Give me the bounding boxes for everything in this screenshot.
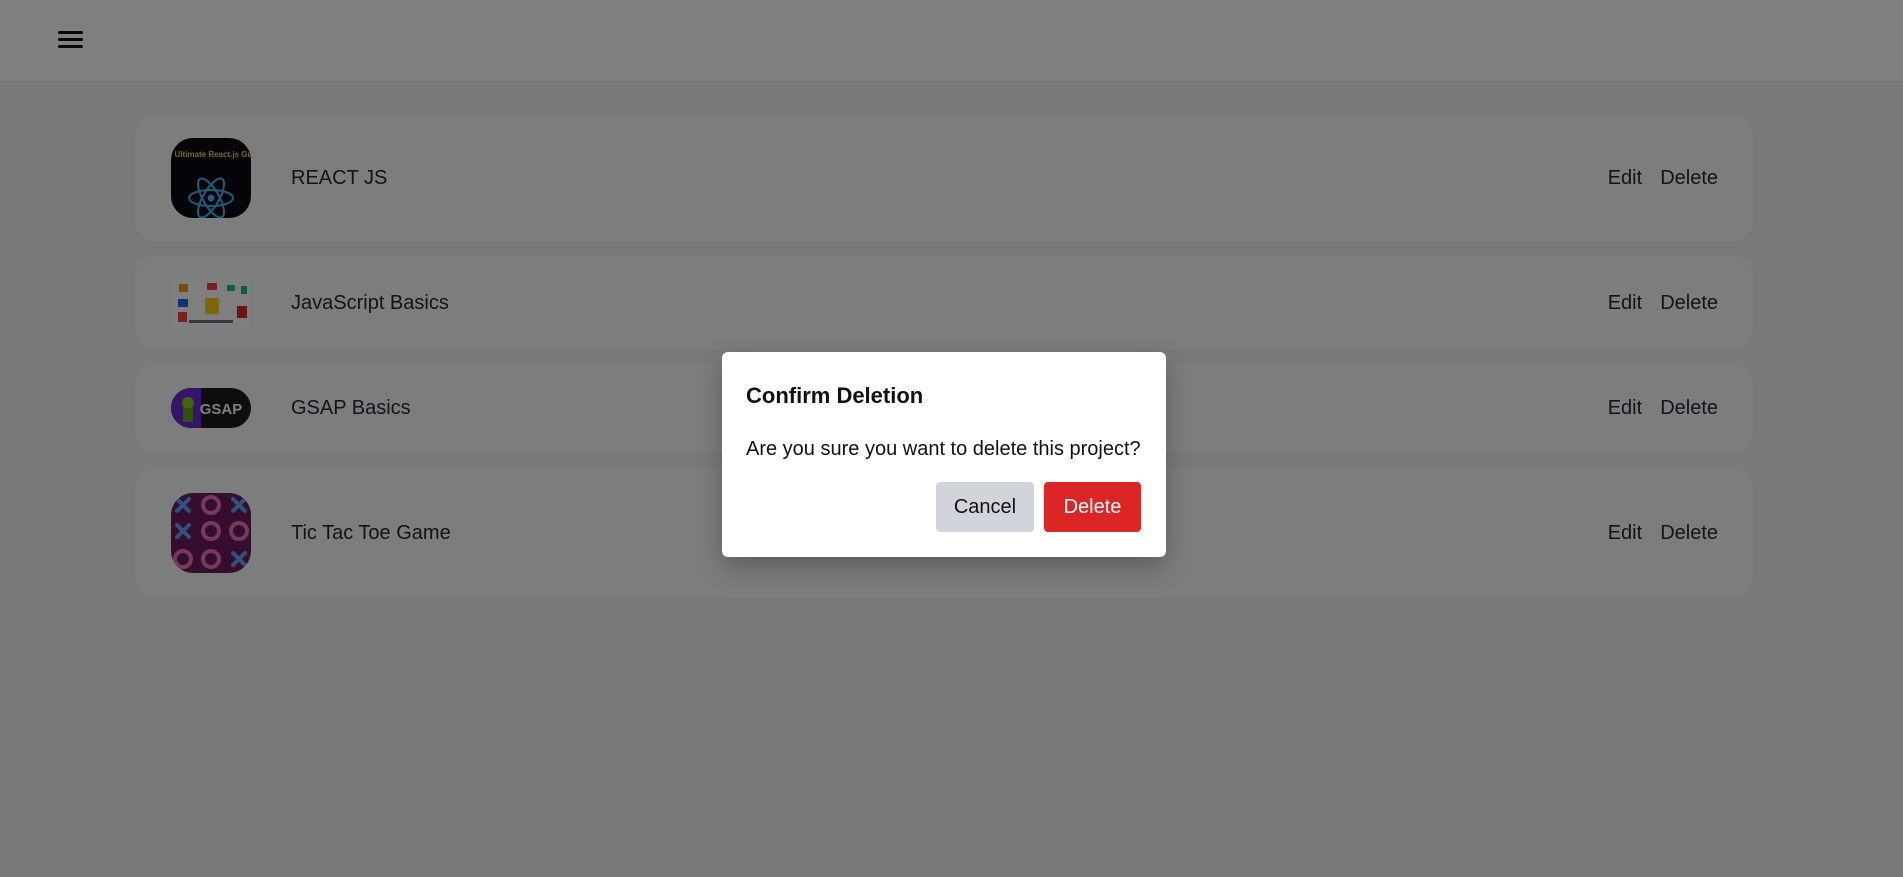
dialog-title: Confirm Deletion <box>746 383 924 408</box>
dialog-message: Are you sure you want to delete this pro… <box>746 438 1141 460</box>
confirm-delete-button[interactable]: Delete <box>1044 482 1141 532</box>
cancel-button[interactable]: Cancel <box>936 482 1034 532</box>
confirm-deletion-dialog: Confirm Deletion Are you sure you want t… <box>722 352 1166 557</box>
